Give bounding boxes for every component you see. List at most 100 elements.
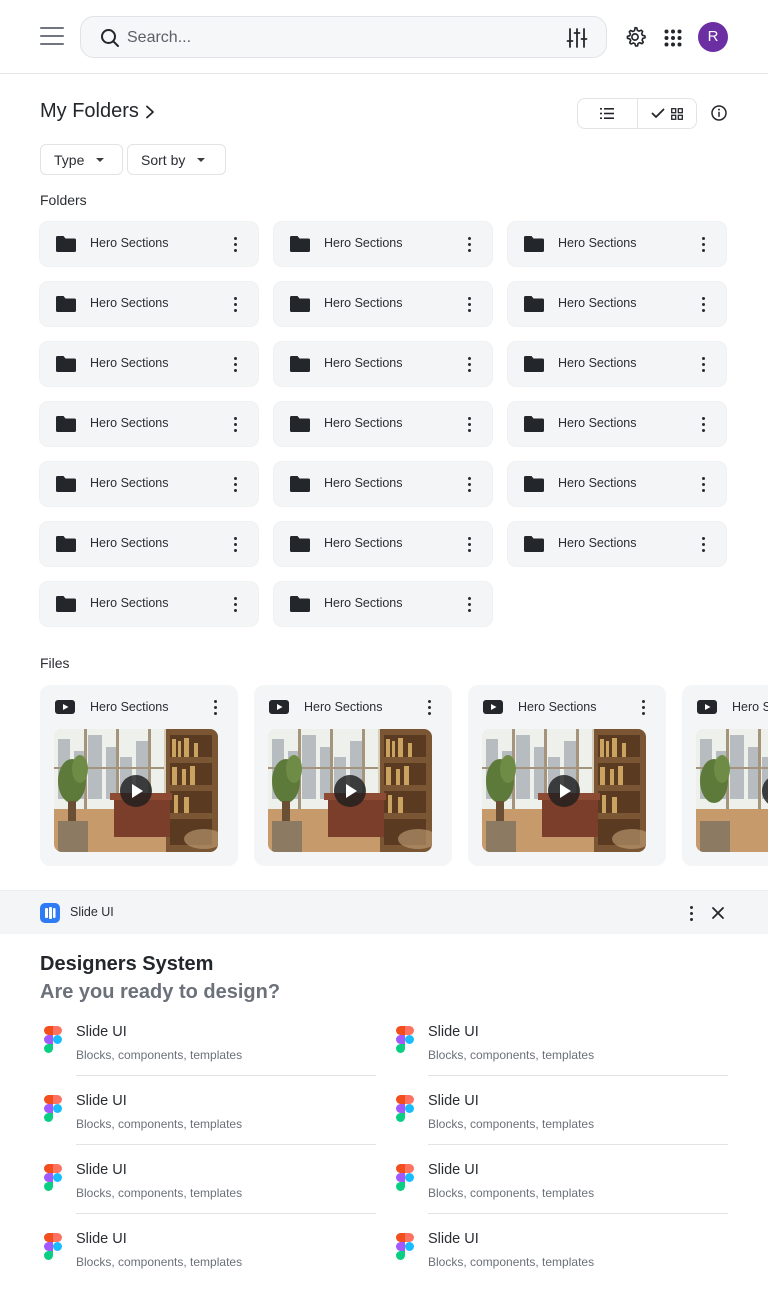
folder-card[interactable]: Hero Sections	[274, 282, 492, 326]
figma-icon	[396, 1164, 414, 1191]
more-options-icon[interactable]	[642, 700, 646, 716]
resource-item[interactable]: Slide UI Blocks, components, templates	[392, 1162, 728, 1230]
more-options-icon[interactable]	[702, 357, 706, 373]
folder-name: Hero Sections	[558, 476, 637, 490]
folder-name: Hero Sections	[324, 296, 403, 310]
more-options-icon[interactable]	[234, 417, 238, 433]
folder-card[interactable]: Hero Sections	[40, 222, 258, 266]
folder-card[interactable]: Hero Sections	[274, 582, 492, 626]
chevron-right-icon	[146, 105, 154, 118]
play-button[interactable]	[548, 775, 580, 807]
folder-card[interactable]: Hero Sections	[274, 222, 492, 266]
search-bar[interactable]	[80, 16, 607, 58]
video-thumbnail	[268, 729, 432, 852]
more-options-icon[interactable]	[234, 597, 238, 613]
folder-icon	[56, 536, 76, 552]
avatar[interactable]: R	[698, 22, 728, 52]
grid-icon	[670, 107, 683, 120]
more-options-icon[interactable]	[214, 700, 218, 716]
more-options-icon[interactable]	[468, 237, 472, 253]
folder-name: Hero Sections	[324, 416, 403, 430]
folder-name: Hero Sections	[324, 476, 403, 490]
room-scene-image	[696, 729, 768, 852]
folder-name: Hero Sections	[90, 356, 169, 370]
folder-card[interactable]: Hero Sections	[508, 282, 726, 326]
folder-card[interactable]: Hero Sections	[508, 462, 726, 506]
sort-by-label: Sort by	[141, 151, 186, 168]
folder-card[interactable]: Hero Sections	[508, 402, 726, 446]
folder-card[interactable]: Hero Sections	[274, 522, 492, 566]
resource-item[interactable]: Slide UI Blocks, components, templates	[392, 1231, 692, 1293]
play-button[interactable]	[120, 775, 152, 807]
video-file-icon	[483, 700, 503, 714]
more-options-icon[interactable]	[702, 537, 706, 553]
close-icon[interactable]	[711, 906, 725, 920]
more-options-icon[interactable]	[468, 597, 472, 613]
folder-card[interactable]: Hero Sections	[274, 342, 492, 386]
more-options-icon[interactable]	[234, 237, 238, 253]
resource-item[interactable]: Slide UI Blocks, components, templates	[392, 1093, 728, 1161]
more-options-icon[interactable]	[702, 297, 706, 313]
file-name: Hero Sections	[518, 700, 597, 714]
resource-item[interactable]: Slide UI Blocks, components, templates	[40, 1162, 376, 1230]
file-card[interactable]: Hero Sections	[682, 685, 768, 866]
more-options-icon[interactable]	[468, 537, 472, 553]
folder-icon	[56, 476, 76, 492]
more-options-icon[interactable]	[234, 297, 238, 313]
caret-down-icon	[197, 157, 206, 162]
folder-name: Hero Sections	[558, 236, 637, 250]
more-options-icon[interactable]	[428, 700, 432, 716]
file-card[interactable]: Hero Sections	[468, 685, 666, 866]
divider	[428, 1144, 728, 1145]
gear-icon[interactable]	[624, 26, 646, 48]
page-title[interactable]: My Folders	[40, 100, 155, 123]
folder-card[interactable]: Hero Sections	[274, 462, 492, 506]
more-options-icon[interactable]	[702, 477, 706, 493]
more-options-icon[interactable]	[234, 537, 238, 553]
folder-card[interactable]: Hero Sections	[40, 402, 258, 446]
more-options-icon[interactable]	[468, 297, 472, 313]
more-options-icon[interactable]	[234, 477, 238, 493]
resource-title: Slide UI	[428, 1024, 479, 1040]
folder-name: Hero Sections	[90, 596, 169, 610]
resource-item[interactable]: Slide UI Blocks, components, templates	[40, 1024, 376, 1092]
folder-card[interactable]: Hero Sections	[40, 342, 258, 386]
file-card[interactable]: Hero Sections	[254, 685, 452, 866]
folder-card[interactable]: Hero Sections	[40, 282, 258, 326]
folder-card[interactable]: Hero Sections	[274, 402, 492, 446]
search-input[interactable]	[127, 25, 527, 51]
file-card[interactable]: Hero Sections	[40, 685, 238, 866]
list-view-button[interactable]	[578, 99, 637, 128]
more-options-icon[interactable]	[702, 237, 706, 253]
folder-card[interactable]: Hero Sections	[40, 462, 258, 506]
video-file-icon	[697, 700, 717, 714]
folder-card[interactable]: Hero Sections	[508, 342, 726, 386]
filter-sliders-icon[interactable]	[566, 27, 588, 49]
more-options-icon[interactable]	[468, 357, 472, 373]
file-name: Hero Sections	[732, 700, 768, 714]
more-options-icon[interactable]	[702, 417, 706, 433]
divider	[76, 1075, 376, 1076]
apps-grid-icon[interactable]	[664, 29, 682, 47]
folder-name: Hero Sections	[558, 416, 637, 430]
more-options-icon[interactable]	[468, 477, 472, 493]
info-icon[interactable]	[711, 105, 727, 121]
more-options-icon[interactable]	[468, 417, 472, 433]
resource-item[interactable]: Slide UI Blocks, components, templates	[40, 1093, 376, 1161]
sort-by-dropdown[interactable]: Sort by	[127, 144, 226, 175]
resource-item[interactable]: Slide UI Blocks, components, templates	[392, 1024, 728, 1092]
grid-view-button[interactable]	[636, 99, 697, 128]
more-options-icon[interactable]	[234, 357, 238, 373]
folder-card[interactable]: Hero Sections	[40, 522, 258, 566]
type-filter-dropdown[interactable]: Type	[40, 144, 123, 175]
folder-card[interactable]: Hero Sections	[508, 522, 726, 566]
folder-card[interactable]: Hero Sections	[40, 582, 258, 626]
menu-icon[interactable]	[40, 27, 64, 47]
search-icon	[101, 29, 119, 47]
folder-card[interactable]: Hero Sections	[508, 222, 726, 266]
resource-title: Slide UI	[76, 1093, 127, 1109]
folder-icon	[56, 236, 76, 252]
more-options-icon[interactable]	[690, 906, 694, 922]
play-button[interactable]	[334, 775, 366, 807]
resource-item[interactable]: Slide UI Blocks, components, templates	[40, 1231, 340, 1293]
